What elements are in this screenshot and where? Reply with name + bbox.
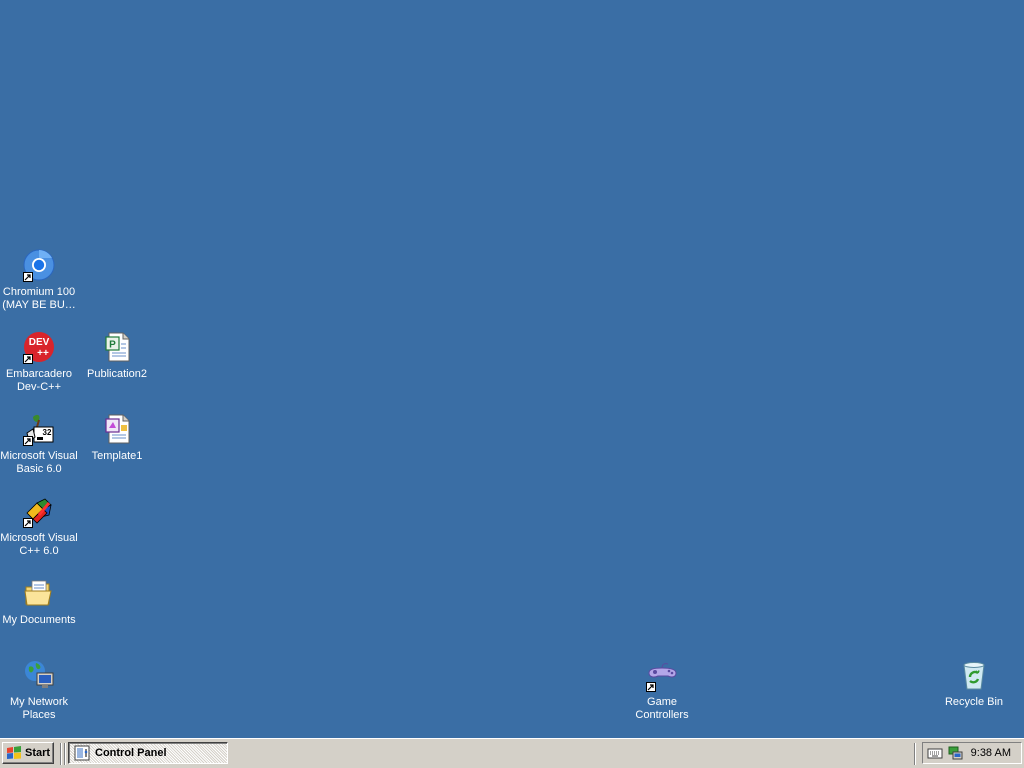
desktop-icon-label: Recycle Bin [944, 696, 1004, 708]
desktop-icon-devcpp[interactable]: DEV ++ Embarcadero Dev-C++ [0, 330, 78, 394]
desktop-icon-publication2[interactable]: P Publication2 [78, 330, 156, 381]
recycle-bin-icon [957, 658, 991, 692]
svg-text:P: P [109, 340, 116, 351]
desktop-icon-label: My Documents [2, 614, 76, 626]
desktop[interactable]: Chromium 100 (MAY BE BU… DEV ++ Embarcad… [0, 0, 1024, 738]
desktop-icon-chromium[interactable]: Chromium 100 (MAY BE BU… [0, 248, 78, 312]
chromium-icon [22, 248, 56, 282]
devcpp-icon: DEV ++ [22, 330, 56, 364]
taskbar-separator [914, 743, 916, 765]
desktop-icon-template1[interactable]: Template1 [78, 412, 156, 463]
taskbar: Start Control Panel 9:38 AM [0, 738, 1024, 768]
desktop-icon-my-documents[interactable]: My Documents [0, 576, 78, 627]
template-document-icon [100, 412, 134, 446]
taskbar-separator [64, 743, 66, 765]
start-label: Start [25, 747, 51, 759]
svg-text:DEV: DEV [29, 337, 50, 348]
shortcut-arrow-icon [23, 518, 33, 528]
visual-basic-icon: 32 [22, 412, 56, 446]
network-connection-icon[interactable] [947, 745, 963, 761]
desktop-icon-label: Chromium 100 (MAY BE BU… [2, 286, 76, 311]
task-label: Control Panel [95, 747, 167, 759]
shortcut-arrow-icon [23, 436, 33, 446]
desktop-icon-recycle-bin[interactable]: Recycle Bin [935, 658, 1013, 709]
shortcut-arrow-icon [23, 272, 33, 282]
publisher-document-icon: P [100, 330, 134, 364]
control-panel-icon [74, 745, 90, 761]
task-button-control-panel[interactable]: Control Panel [68, 742, 228, 764]
taskbar-separator [60, 743, 62, 765]
desktop-icon-label: Microsoft Visual C++ 6.0 [0, 532, 78, 557]
my-documents-folder-icon [22, 576, 56, 610]
clock[interactable]: 9:38 AM [971, 747, 1011, 759]
desktop-icon-vcpp6[interactable]: Microsoft Visual C++ 6.0 [0, 494, 78, 558]
game-controller-icon [645, 658, 679, 692]
desktop-icon-my-network-places[interactable]: My Network Places [0, 658, 78, 722]
network-places-icon [22, 658, 56, 692]
desktop-icon-label: Embarcadero Dev-C++ [5, 368, 73, 393]
svg-text:32: 32 [43, 428, 52, 437]
shortcut-arrow-icon [23, 354, 33, 364]
svg-text:++: ++ [37, 348, 49, 359]
keyboard-icon[interactable] [927, 745, 943, 761]
desktop-icon-vb6[interactable]: 32 Microsoft Visual Basic 6.0 [0, 412, 78, 476]
desktop-icon-label: Game Controllers [635, 696, 689, 721]
shortcut-arrow-icon [646, 682, 656, 692]
windows-logo-icon [7, 746, 21, 759]
system-tray: 9:38 AM [922, 742, 1022, 764]
desktop-icon-label: Publication2 [87, 368, 147, 380]
start-button[interactable]: Start [2, 742, 54, 764]
desktop-icon-label: My Network Places [9, 696, 69, 721]
desktop-icon-label: Template1 [91, 450, 143, 462]
desktop-icon-game-controllers[interactable]: Game Controllers [623, 658, 701, 722]
visual-cpp-icon [22, 494, 56, 528]
desktop-icon-label: Microsoft Visual Basic 6.0 [0, 450, 78, 475]
